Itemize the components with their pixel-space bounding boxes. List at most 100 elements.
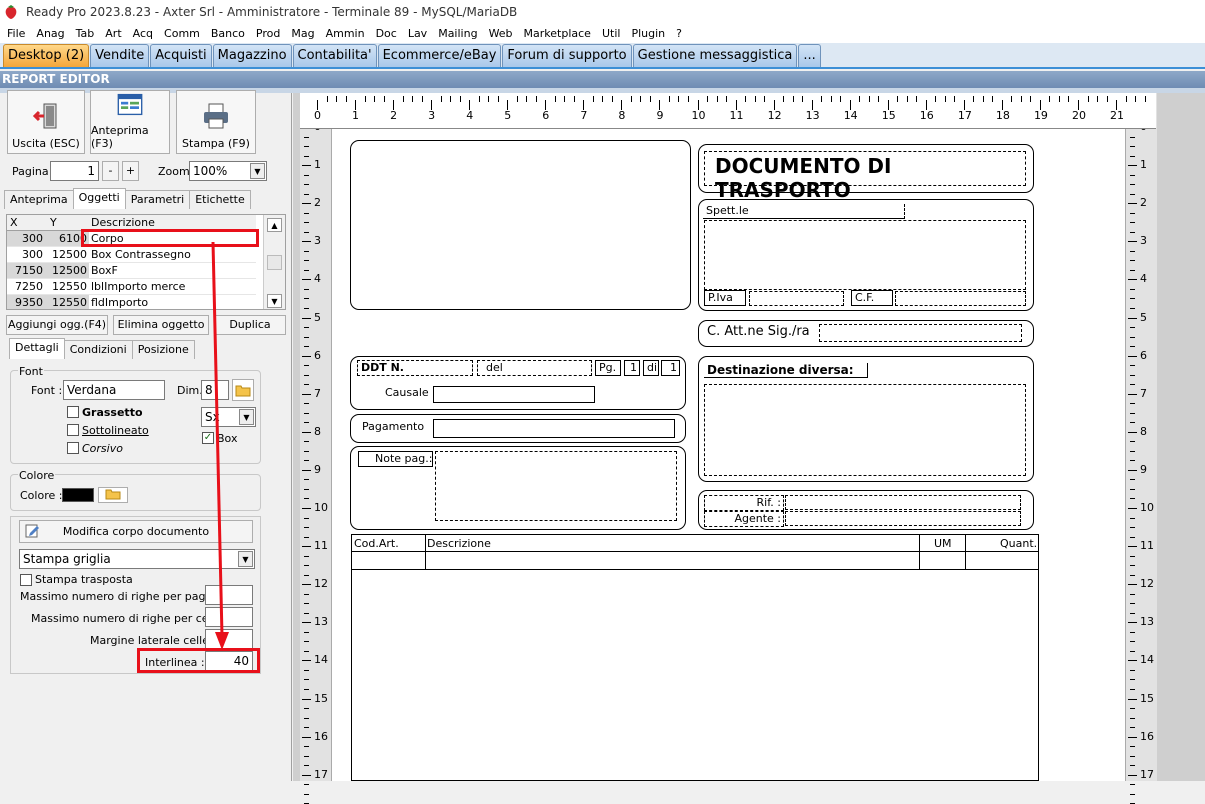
menu-doc[interactable]: Doc — [371, 25, 403, 43]
tab-messaggistica[interactable]: Gestione messaggistica — [632, 44, 798, 67]
ruler-tick — [1130, 755, 1135, 757]
menu-ammin[interactable]: Ammin — [321, 25, 371, 43]
chevron-down-icon[interactable]: ▼ — [238, 551, 253, 567]
ruler-tick — [302, 393, 311, 395]
page-next-button[interactable]: + — [122, 161, 139, 181]
font-picker-button[interactable] — [232, 379, 254, 401]
menu-file[interactable]: File — [2, 25, 31, 43]
logo-box[interactable] — [350, 140, 691, 310]
ruler-v-label: 16 — [314, 729, 328, 743]
color-swatch[interactable] — [62, 488, 94, 502]
title-box[interactable]: DOCUMENTO DI TRASPORTO — [698, 144, 1034, 202]
date-label: del — [477, 360, 592, 376]
ruler-tick — [383, 96, 385, 102]
reference-box[interactable]: Rif. : Agente : — [698, 490, 1034, 530]
tab-contabilita[interactable]: Contabilita' — [292, 44, 377, 67]
tab-parametri[interactable]: Parametri — [124, 190, 191, 209]
tab-more[interactable]: ... — [798, 44, 821, 67]
tab-anteprima[interactable]: Anteprima — [4, 190, 74, 209]
transpose-label: Stampa trasposta — [35, 573, 133, 586]
ruler-tick — [773, 100, 775, 110]
menu-banco[interactable]: Banco — [206, 25, 251, 43]
ruler-tick — [906, 96, 908, 102]
font-family-input[interactable]: Verdana — [63, 380, 165, 400]
scroll-up-icon[interactable]: ▲ — [267, 218, 282, 232]
transpose-checkbox[interactable] — [20, 574, 32, 586]
ruler-tick — [526, 96, 528, 102]
ruler-tick — [304, 755, 309, 757]
tab-forum[interactable]: Forum di supporto — [502, 44, 632, 67]
tab-posizione[interactable]: Posizione — [131, 340, 195, 359]
ruler-tick — [304, 517, 309, 519]
preview-button[interactable]: Anteprima (F3) — [90, 90, 170, 154]
tab-ecommerce[interactable]: Ecommerce/eBay — [377, 44, 502, 67]
tab-acquisti[interactable]: Acquisti — [150, 44, 212, 67]
payment-box[interactable]: Pagamento — [350, 414, 686, 443]
tab-magazzino[interactable]: Magazzino — [212, 44, 292, 67]
menu-mailing[interactable]: Mailing — [433, 25, 483, 43]
scroll-down-icon[interactable]: ▼ — [267, 294, 282, 308]
ddt-box[interactable]: DDT N. del Pg. 1 di 1 Causale — [350, 356, 686, 410]
underline-checkbox[interactable] — [67, 424, 79, 436]
zoom-select[interactable]: 100% ▼ — [189, 161, 267, 181]
menu-art[interactable]: Art — [100, 25, 127, 43]
chevron-down-icon[interactable]: ▼ — [239, 409, 254, 425]
ruler-tick — [304, 574, 309, 576]
exit-button[interactable]: Uscita (ESC) — [7, 90, 85, 154]
delete-object-button[interactable]: Elimina oggetto — [113, 315, 209, 335]
menu-mag[interactable]: Mag — [286, 25, 320, 43]
menu-plugin[interactable]: Plugin — [626, 25, 671, 43]
chevron-down-icon[interactable]: ▼ — [250, 163, 265, 179]
doc-title: DOCUMENTO DI TRASPORTO — [715, 154, 892, 202]
ruler-tick — [1130, 498, 1135, 500]
max-rows-cell-label: Massimo numero di righe per cella : — [31, 612, 229, 625]
tab-etichette[interactable]: Etichette — [189, 190, 251, 209]
ruler-tick — [302, 241, 311, 243]
menu-tab[interactable]: Tab — [71, 25, 101, 43]
recipient-box[interactable]: Spett.le P.Iva C.F. — [698, 199, 1034, 311]
menu-marketplace[interactable]: Marketplace — [519, 25, 597, 43]
print-button[interactable]: Stampa (F9) — [176, 90, 256, 154]
page-prev-button[interactable]: - — [102, 161, 119, 181]
menu-anag[interactable]: Anag — [31, 25, 70, 43]
attention-box[interactable]: C. Att.ne Sig./ra — [698, 320, 1034, 347]
ruler-tick — [304, 565, 309, 567]
menu-prod[interactable]: Prod — [251, 25, 286, 43]
ruler-tick — [1135, 96, 1137, 102]
destination-box[interactable]: Destinazione diversa: — [698, 356, 1034, 482]
menu-comm[interactable]: Comm — [159, 25, 206, 43]
color-picker-button[interactable] — [98, 487, 128, 503]
scroll-thumb[interactable] — [267, 255, 282, 270]
ruler-tick — [304, 155, 309, 157]
notes-box[interactable]: Note pag.: — [350, 446, 686, 530]
add-object-button[interactable]: Aggiungi ogg.(F4) — [6, 315, 108, 335]
ruler-tick — [1130, 460, 1135, 462]
page-number-input[interactable]: 1 — [50, 161, 99, 181]
italic-checkbox[interactable] — [67, 442, 79, 454]
tab-oggetti[interactable]: Oggetti — [72, 188, 126, 209]
ruler-tick — [830, 96, 832, 102]
ruler-tick — [1130, 384, 1135, 386]
ruler-tick — [973, 96, 975, 102]
menu-util[interactable]: Util — [597, 25, 626, 43]
of-label: di — [643, 360, 659, 376]
tab-dettagli[interactable]: Dettagli — [9, 338, 65, 359]
grid-scrollbar[interactable]: ▲ ▼ — [263, 215, 285, 309]
document-body-table[interactable]: Cod.Art. Descrizione UM Quant. — [351, 534, 1039, 781]
ruler-tick — [1130, 327, 1135, 328]
tab-condizioni[interactable]: Condizioni — [63, 340, 133, 359]
menu-help[interactable]: ? — [671, 25, 688, 43]
ruler-v-label: 3 — [314, 234, 321, 248]
underline-label: Sottolineato — [82, 424, 149, 437]
bold-checkbox[interactable] — [67, 406, 79, 418]
ruler-tick — [840, 96, 842, 102]
ruler-tick — [602, 96, 604, 102]
tab-vendite[interactable]: Vendite — [90, 44, 150, 67]
tab-desktop[interactable]: Desktop (2) — [3, 44, 90, 67]
ruler-tick — [554, 96, 556, 102]
menu-web[interactable]: Web — [484, 25, 519, 43]
menu-acq[interactable]: Acq — [128, 25, 159, 43]
max-rows-page-label: Massimo numero di righe per pagina : — [20, 590, 230, 603]
highlight-interline-field — [137, 648, 260, 673]
menu-lav[interactable]: Lav — [403, 25, 433, 43]
